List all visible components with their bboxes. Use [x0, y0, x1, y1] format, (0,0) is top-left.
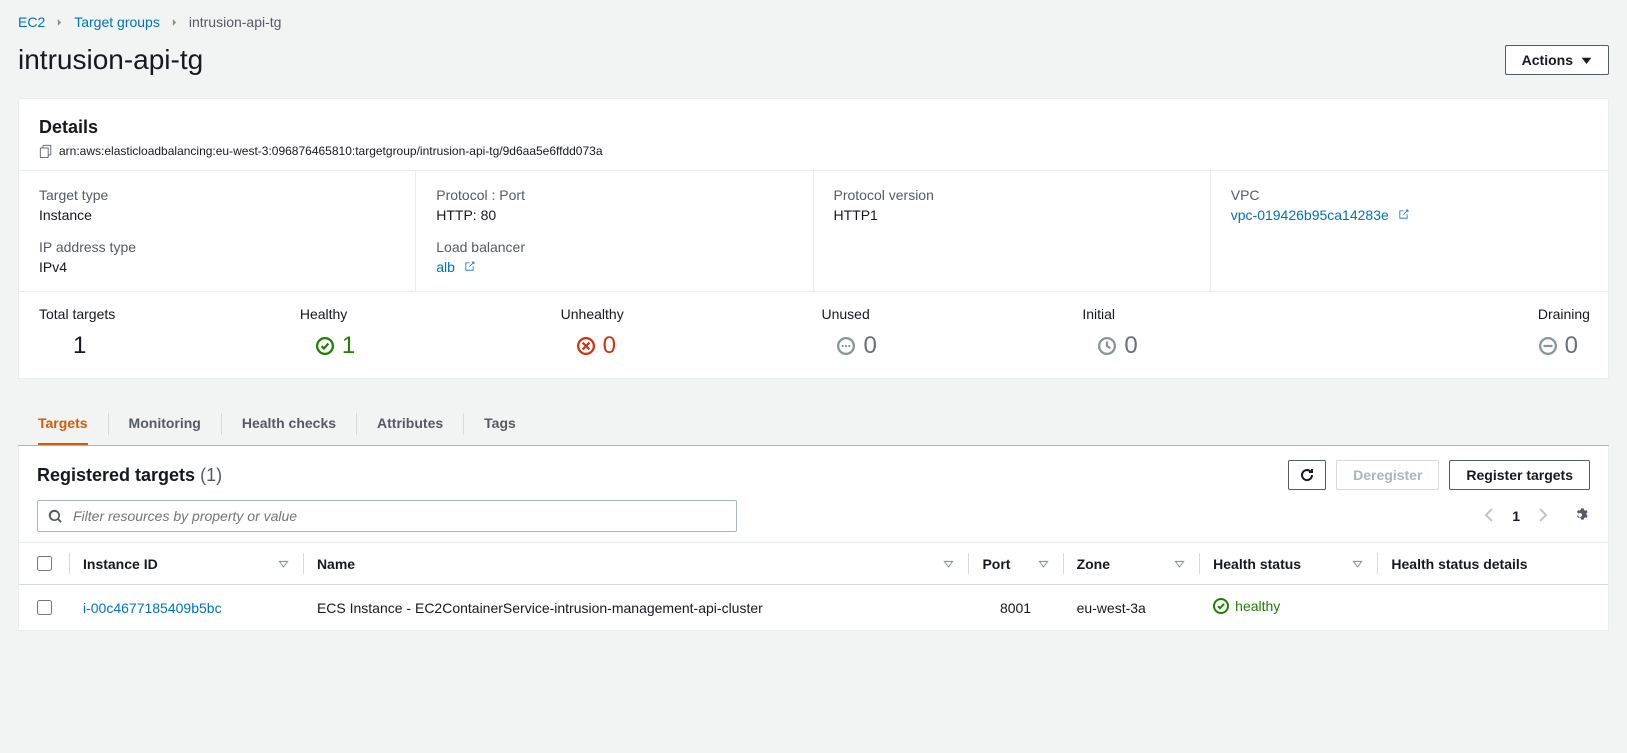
- cell-zone: eu-west-3a: [1063, 585, 1200, 631]
- filter-input-container[interactable]: [37, 500, 737, 532]
- status-draining-icon: [1539, 337, 1557, 355]
- page-number: 1: [1512, 508, 1520, 524]
- tab-targets[interactable]: Targets: [38, 403, 88, 445]
- sort-icon: [1352, 558, 1363, 569]
- health-status-badge: healthy: [1213, 598, 1280, 614]
- register-targets-button[interactable]: Register targets: [1449, 460, 1590, 490]
- chevron-right-icon: [55, 14, 64, 30]
- chevron-right-icon: [1534, 507, 1550, 523]
- table-row: i-00c4677185409b5bc ECS Instance - EC2Co…: [19, 585, 1608, 631]
- sort-icon: [278, 558, 289, 569]
- instance-id-link[interactable]: i-00c4677185409b5bc: [83, 600, 222, 616]
- vpc-label: VPC: [1231, 187, 1588, 203]
- page-next[interactable]: [1534, 507, 1550, 526]
- details-title: Details: [39, 117, 1588, 138]
- lb-label: Load balancer: [436, 239, 792, 255]
- pagination: 1: [1482, 507, 1590, 526]
- copy-icon[interactable]: [39, 144, 53, 158]
- status-pending-icon: [1098, 337, 1116, 355]
- refresh-button[interactable]: [1288, 460, 1326, 490]
- external-link-icon: [463, 260, 476, 273]
- col-port[interactable]: Port: [968, 543, 1062, 585]
- stat-initial: Initial 0: [1080, 306, 1329, 360]
- select-all-checkbox[interactable]: [37, 556, 52, 571]
- cell-health-status-details: [1377, 585, 1608, 631]
- protocol-port-value: HTTP: 80: [436, 207, 792, 223]
- breadcrumb: EC2 Target groups intrusion-api-tg: [18, 14, 1609, 30]
- protocol-version-label: Protocol version: [834, 187, 1190, 203]
- sort-icon: [1038, 558, 1049, 569]
- ip-type-value: IPv4: [39, 259, 395, 275]
- status-positive-icon: [316, 337, 334, 355]
- stat-unhealthy: Unhealthy 0: [559, 306, 808, 360]
- filter-input[interactable]: [71, 507, 726, 525]
- protocol-port-label: Protocol : Port: [436, 187, 792, 203]
- col-instance-id[interactable]: Instance ID: [69, 543, 303, 585]
- chevron-right-icon: [170, 14, 179, 30]
- deregister-button[interactable]: Deregister: [1336, 460, 1439, 490]
- lb-link[interactable]: alb: [436, 259, 455, 275]
- page-title: intrusion-api-tg: [18, 44, 203, 76]
- breadcrumb-current: intrusion-api-tg: [189, 14, 282, 30]
- col-health-status-details[interactable]: Health status details: [1377, 543, 1608, 585]
- row-checkbox[interactable]: [37, 600, 52, 615]
- ip-type-label: IP address type: [39, 239, 395, 255]
- tab-attributes[interactable]: Attributes: [377, 403, 443, 445]
- chevron-left-icon: [1482, 507, 1498, 523]
- col-health-status[interactable]: Health status: [1199, 543, 1377, 585]
- details-panel: Details arn:aws:elasticloadbalancing:eu-…: [18, 98, 1609, 379]
- status-stopped-icon: [837, 337, 855, 355]
- actions-button[interactable]: Actions: [1505, 45, 1609, 75]
- status-negative-icon: [577, 337, 595, 355]
- arn-text: arn:aws:elasticloadbalancing:eu-west-3:0…: [59, 144, 603, 158]
- tabs: Targets Monitoring Health checks Attribu…: [18, 403, 1609, 446]
- cell-name: ECS Instance - EC2ContainerService-intru…: [303, 585, 969, 631]
- stat-unused: Unused 0: [819, 306, 1068, 360]
- refresh-icon: [1299, 467, 1315, 483]
- registered-targets-panel: Registered targets (1) Deregister Regist…: [18, 446, 1609, 631]
- external-link-icon: [1397, 208, 1410, 221]
- page-header: intrusion-api-tg Actions: [18, 44, 1609, 76]
- status-positive-icon: [1213, 598, 1229, 614]
- target-type-label: Target type: [39, 187, 395, 203]
- search-icon: [48, 509, 63, 524]
- stat-draining: Draining 0: [1341, 306, 1590, 360]
- breadcrumb-ec2[interactable]: EC2: [18, 14, 45, 30]
- targets-table: Instance ID Name Port Zone Health status…: [19, 542, 1608, 630]
- sort-icon: [943, 558, 954, 569]
- col-name[interactable]: Name: [303, 543, 969, 585]
- caret-down-icon: [1581, 55, 1592, 66]
- gear-icon: [1574, 507, 1590, 523]
- tab-tags[interactable]: Tags: [484, 403, 516, 445]
- sort-icon: [1174, 558, 1185, 569]
- target-type-value: Instance: [39, 207, 395, 223]
- page-prev[interactable]: [1482, 507, 1498, 526]
- col-zone[interactable]: Zone: [1063, 543, 1200, 585]
- stat-total: Total targets 1: [37, 306, 286, 360]
- tab-health-checks[interactable]: Health checks: [242, 403, 336, 445]
- cell-port: 8001: [968, 585, 1062, 631]
- tab-monitoring[interactable]: Monitoring: [129, 403, 201, 445]
- stat-healthy: Healthy 1: [298, 306, 547, 360]
- settings-button[interactable]: [1574, 507, 1590, 526]
- breadcrumb-target-groups[interactable]: Target groups: [74, 14, 160, 30]
- protocol-version-value: HTTP1: [834, 207, 1190, 223]
- vpc-link[interactable]: vpc-019426b95ca14283e: [1231, 207, 1389, 223]
- registered-targets-title: Registered targets (1): [37, 465, 222, 486]
